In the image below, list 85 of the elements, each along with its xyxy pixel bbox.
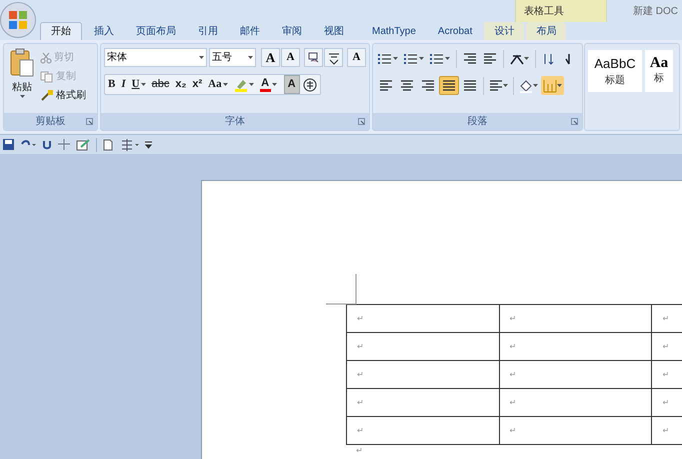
sort-icon (542, 52, 556, 66)
caret-icon (445, 57, 450, 60)
scissors-icon (40, 52, 52, 64)
caret-icon (20, 95, 24, 98)
caret-icon (248, 56, 253, 59)
highlighter-icon (234, 78, 248, 92)
grow-font-button[interactable]: A (261, 48, 280, 67)
caret-icon (198, 56, 204, 59)
ribbon-tab[interactable]: Acrobat (428, 22, 482, 40)
multilevel-list-button[interactable] (428, 52, 452, 64)
group-label: 字体 (225, 114, 245, 129)
office-logo-icon (8, 10, 28, 30)
border-grid-icon (543, 78, 557, 92)
margin-corner-mark (326, 274, 357, 305)
character-border-button[interactable]: A (347, 48, 366, 67)
ribbon-tab[interactable]: 邮件 (230, 22, 270, 40)
change-case-button[interactable]: Aa (205, 75, 231, 94)
shading-button[interactable] (517, 78, 540, 92)
line-spacing-button[interactable] (487, 79, 510, 92)
font-size-field[interactable]: 五号 (208, 48, 256, 67)
bullets-button[interactable] (376, 52, 400, 64)
copy-icon (40, 70, 54, 82)
new-document-icon[interactable] (103, 138, 113, 150)
shrink-font-button[interactable]: A (281, 48, 300, 67)
align-lines-icon (442, 79, 456, 92)
align-lines-icon (483, 52, 497, 65)
align-lines-icon (379, 79, 393, 92)
style-preview[interactable]: Aa 标 (645, 50, 673, 92)
caret-icon (524, 57, 529, 60)
caret-icon (419, 57, 424, 60)
subscript-button[interactable]: x₂ (172, 75, 190, 94)
underline-button[interactable]: U (128, 75, 149, 94)
ribbon-tab[interactable]: 页面布局 (126, 22, 186, 40)
alignment-button[interactable] (439, 76, 459, 95)
phonetic-guide-button[interactable] (324, 48, 343, 67)
paragraph-mark: ↵ (355, 445, 364, 457)
multilevel-list-icon (430, 52, 444, 64)
caret-icon (557, 84, 562, 87)
font-name-field[interactable]: 宋体 (104, 48, 207, 67)
align-lines-icon (463, 52, 477, 65)
format-painter-button[interactable]: 格式刷 (40, 87, 86, 104)
character-shading-button[interactable]: A (284, 75, 300, 94)
italic-button[interactable]: I (118, 75, 129, 94)
strikethrough-button[interactable]: abc (148, 75, 172, 94)
align-lines-icon (489, 79, 503, 92)
clipboard-icon (9, 48, 35, 78)
bullet-list-icon (378, 52, 392, 64)
window-title: 新建 DOC (633, 4, 678, 19)
brush-icon (40, 90, 54, 102)
numbered-list-icon (404, 52, 418, 64)
contextual-tab-header: 表格工具 (515, 0, 607, 22)
align-lines-icon (463, 79, 477, 92)
customize-toolbar-icon[interactable] (145, 140, 152, 148)
pencil-icon[interactable] (76, 138, 90, 150)
ribbon-tab[interactable]: 开始 (40, 22, 82, 40)
group-label: 剪贴板 (36, 114, 66, 129)
ribbon-tab[interactable]: 布局 (526, 22, 566, 40)
caret-icon (393, 57, 398, 60)
clear-format-button[interactable] (304, 48, 323, 67)
office-button[interactable] (0, 2, 36, 38)
style-preview[interactable]: AaBbC 标题 (588, 50, 642, 92)
caret-icon (503, 84, 508, 87)
font-color-button[interactable]: A (256, 75, 280, 94)
paste-button[interactable]: 粘贴 (7, 48, 37, 104)
bold-button[interactable]: B (105, 75, 118, 94)
numbering-button[interactable] (402, 52, 426, 64)
ribbon-tab[interactable]: 插入 (84, 22, 124, 40)
ribbon-tab[interactable]: 审阅 (272, 22, 312, 40)
superscript-button[interactable]: x² (189, 75, 206, 94)
group-label: 段落 (468, 114, 488, 129)
ribbon-tab[interactable]: MathType (362, 22, 426, 40)
align-lines-icon (400, 79, 414, 92)
dialog-launcher-icon[interactable] (358, 118, 365, 125)
align-lines-icon (421, 79, 435, 92)
dialog-launcher-icon[interactable] (86, 118, 93, 125)
save-icon[interactable] (3, 139, 14, 150)
caret-icon (533, 84, 538, 87)
ribbon-tab[interactable]: 视图 (314, 22, 354, 40)
decrease-indent-button[interactable] (461, 52, 479, 65)
ribbon-tab[interactable]: 引用 (188, 22, 228, 40)
ribbon-tab[interactable]: 设计 (484, 22, 524, 40)
enclosed-character-icon (302, 78, 317, 92)
increase-indent-button[interactable] (481, 52, 499, 65)
chinese-layout-button[interactable] (508, 52, 531, 64)
dialog-launcher-icon[interactable] (571, 118, 578, 125)
